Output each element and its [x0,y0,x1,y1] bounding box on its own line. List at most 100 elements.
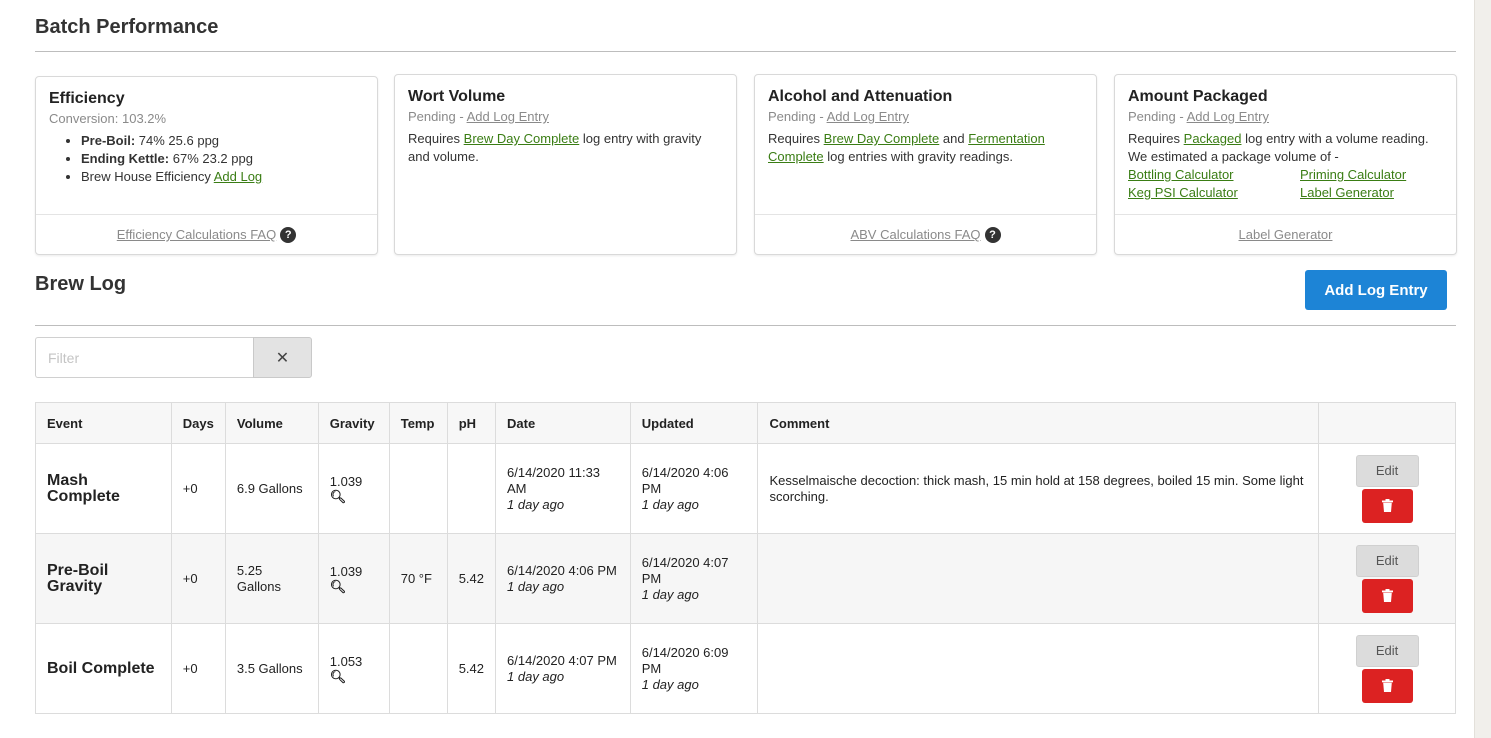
volume-cell: 3.5 Gallons [225,623,319,714]
efficiency-title: Efficiency [49,90,125,107]
temp-cell [389,443,448,534]
bottling-calculator-link[interactable]: Bottling Calculator [1128,166,1300,184]
trash-icon [1381,589,1393,602]
wort-volume-title: Wort Volume [408,88,506,105]
amount-packaged-card: Amount Packaged Pending - Add Log Entry … [1114,74,1457,255]
actions-cell: Edit [1318,443,1456,534]
comment-cell [757,533,1320,624]
col-volume[interactable]: Volume [225,402,319,444]
search-icon[interactable]: 🔍︎ [330,489,378,504]
col-actions [1318,402,1456,444]
volume-cell: 5.25 Gallons [225,533,319,624]
efficiency-faq-link[interactable]: Efficiency Calculations FAQ [117,227,276,242]
calculator-links: Bottling Calculator Priming Calculator K… [1128,166,1443,202]
gravity-cell: 1.053 🔍︎ [318,623,390,714]
table-row: Boil Complete +0 3.5 Gallons 1.053 🔍︎ 5.4… [35,623,1456,714]
requirement-text: Requires Brew Day Complete and Fermentat… [768,131,1045,164]
brew-day-complete-link[interactable]: Brew Day Complete [464,131,580,146]
gravity-cell: 1.039 🔍︎ [318,443,390,534]
updated-cell: 6/14/2020 6:09 PM 1 day ago [630,623,759,714]
temp-cell: 70 °F [389,533,448,624]
table-row: Pre-Boil Gravity +0 5.25 Gallons 1.039 🔍︎… [35,533,1456,624]
days-cell: +0 [171,533,226,624]
add-log-entry-button[interactable]: Add Log Entry [1305,270,1447,310]
delete-button[interactable] [1361,668,1413,703]
col-gravity[interactable]: Gravity [318,402,390,444]
wort-volume-card: Wort Volume Pending - Add Log Entry Requ… [394,74,737,255]
col-temp[interactable]: Temp [389,402,448,444]
edit-button[interactable]: Edit [1355,544,1419,577]
pending-text: Pending - Add Log Entry [1128,109,1269,124]
ph-cell [447,443,497,534]
updated-cell: 6/14/2020 4:07 PM 1 day ago [630,533,759,624]
updated-cell: 6/14/2020 4:06 PM 1 day ago [630,443,759,534]
alcohol-footer: ABV Calculations FAQ ? [755,214,1096,254]
abv-faq-link[interactable]: ABV Calculations FAQ [850,227,980,242]
date-cell: 6/14/2020 4:06 PM 1 day ago [495,533,631,624]
times-icon: ✕ [275,349,290,367]
ph-cell: 5.42 [447,533,497,624]
batch-performance-title: Batch Performance [35,16,219,38]
divider [35,325,1456,326]
volume-cell: 6.9 Gallons [225,443,319,534]
efficiency-list: Pre-Boil: 74% 25.6 ppg Ending Kettle: 67… [49,132,364,186]
delete-button[interactable] [1361,488,1413,523]
divider [35,51,1456,52]
col-date[interactable]: Date [495,402,631,444]
ph-cell: 5.42 [447,623,497,714]
col-event[interactable]: Event [35,402,172,444]
col-comment[interactable]: Comment [757,402,1320,444]
brew-log-title: Brew Log [35,273,127,295]
edit-button[interactable]: Edit [1355,454,1419,487]
trash-icon [1381,499,1393,512]
col-days[interactable]: Days [171,402,226,444]
date-cell: 6/14/2020 4:07 PM 1 day ago [495,623,631,714]
event-cell: Pre-Boil Gravity [35,533,172,624]
comment-cell [757,623,1320,714]
pending-text: Pending - Add Log Entry [768,109,909,124]
date-cell: 6/14/2020 11:33 AM 1 day ago [495,443,631,534]
question-circle-icon[interactable]: ? [984,226,1001,243]
add-log-entry-link[interactable]: Add Log Entry [467,109,549,124]
list-item: Brew House Efficiency Add Log [81,168,364,186]
search-icon[interactable]: 🔍︎ [330,579,378,594]
efficiency-card: Efficiency Conversion: 103.2% Pre-Boil: … [35,76,378,255]
col-ph[interactable]: pH [447,402,497,444]
question-circle-icon[interactable]: ? [280,226,297,243]
add-log-entry-link[interactable]: Add Log Entry [1187,109,1269,124]
temp-cell [389,623,448,714]
event-cell: Boil Complete [35,623,172,714]
packaged-link[interactable]: Packaged [1184,131,1242,146]
page: Batch Performance Efficiency Conversion:… [0,0,1475,738]
search-icon[interactable]: 🔍︎ [330,669,378,684]
label-generator-link[interactable]: Label Generator [1300,184,1450,202]
brew-day-complete-link[interactable]: Brew Day Complete [824,131,940,146]
conversion-text: Conversion: 103.2% [49,111,167,126]
requirement-text: Requires Brew Day Complete log entry wit… [408,131,702,164]
add-log-link[interactable]: Add Log [214,169,262,184]
list-item: Pre-Boil: 74% 25.6 ppg [81,132,364,150]
add-log-entry-link[interactable]: Add Log Entry [827,109,909,124]
actions-cell: Edit [1318,533,1456,624]
trash-icon [1381,679,1393,692]
list-item: Ending Kettle: 67% 23.2 ppg [81,150,364,168]
col-updated[interactable]: Updated [630,402,759,444]
actions-cell: Edit [1318,623,1456,714]
comment-cell: Kesselmaische decoction: thick mash, 15 … [757,443,1320,534]
edit-button[interactable]: Edit [1355,634,1419,667]
delete-button[interactable] [1361,578,1413,613]
keg-psi-calculator-link[interactable]: Keg PSI Calculator [1128,184,1300,202]
days-cell: +0 [171,443,226,534]
clear-filter-button[interactable]: ✕ [253,337,312,378]
brew-log-table: Event Days Volume Gravity Temp pH Date U… [35,402,1456,714]
gravity-cell: 1.039 🔍︎ [318,533,390,624]
label-generator-footer-link[interactable]: Label Generator [1239,227,1333,242]
alcohol-title: Alcohol and Attenuation [768,88,953,105]
pending-text: Pending - Add Log Entry [408,109,549,124]
filter-input[interactable] [35,337,254,378]
packaged-title: Amount Packaged [1128,88,1268,105]
efficiency-footer: Efficiency Calculations FAQ ? [36,214,377,254]
priming-calculator-link[interactable]: Priming Calculator [1300,166,1450,184]
requirement-text: Requires Packaged log entry with a volum… [1128,131,1429,164]
event-cell: Mash Complete [35,443,172,534]
